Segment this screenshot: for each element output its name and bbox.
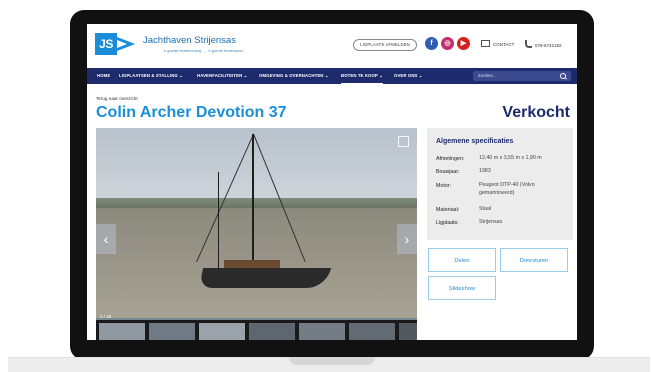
spec-value: Staal	[479, 206, 492, 212]
photo-mast	[252, 134, 254, 262]
spec-label: Ligplaats:	[436, 220, 459, 226]
main-navigation: HOME LIGPLAATSEN & STALLING ⌄ HAVENFACIL…	[87, 68, 577, 84]
website-screen: JS Jachthaven Strijensas 'n goede bestem…	[87, 24, 577, 340]
spec-label: Motor:	[436, 183, 452, 189]
nav-item-havenfaciliteiten[interactable]: HAVENFACILITEITEN ⌄	[197, 68, 247, 84]
status-label: Verkocht	[502, 104, 570, 121]
spec-value: 12,40 m x 3,55 m x 1,90 m	[479, 155, 542, 161]
brand-name: Jachthaven Strijensas	[143, 35, 236, 46]
thumbnail[interactable]	[299, 323, 345, 340]
gallery-counter: 1 / 26	[100, 314, 112, 319]
phone-icon	[525, 40, 532, 48]
mail-icon	[481, 40, 490, 47]
slideshow-button[interactable]: Slideshow	[428, 276, 496, 300]
thumbnail[interactable]	[149, 323, 195, 340]
page-background: JS Jachthaven Strijensas 'n goede bestem…	[0, 0, 651, 372]
phone-link[interactable]: 078-6742182	[525, 40, 562, 48]
logo-mark: JS	[95, 33, 117, 55]
thumbnail[interactable]	[249, 323, 295, 340]
nav-item-ligplaatsen[interactable]: LIGPLAATSEN & STALLING ⌄	[119, 68, 183, 84]
nav-item-boten-te-koop[interactable]: BOTEN TE KOOP ⌄	[341, 68, 383, 84]
laptop-notch	[289, 357, 375, 365]
photo-shoreline	[96, 198, 417, 208]
share-button[interactable]: Delen	[428, 248, 496, 272]
photo-hull	[198, 268, 332, 288]
spec-value: Peugeot DTP-40 (Volvo gemariniseerd)	[479, 182, 535, 196]
ligplaats-afmelden-button[interactable]: LIGPLAATS AFMELDEN	[353, 39, 417, 51]
photo-mast	[218, 172, 220, 268]
spec-label: Bouwjaar:	[436, 169, 460, 175]
thumbnail[interactable]	[349, 323, 395, 340]
specifications-heading: Algemene specificaties	[436, 138, 514, 145]
site-header: JS Jachthaven Strijensas 'n goede bestem…	[87, 24, 577, 68]
search-input[interactable]: Zoeken...	[478, 71, 497, 81]
gallery-prev-button[interactable]: ‹	[96, 224, 116, 254]
youtube-icon[interactable]: ▶	[457, 37, 470, 50]
facebook-icon[interactable]: f	[425, 37, 438, 50]
thumbnail[interactable]	[199, 323, 245, 340]
back-to-overview-link[interactable]: Terug naar overzicht	[96, 96, 138, 101]
brand-tagline: 'n goede bestemming .... 'n goede thuish…	[163, 48, 244, 53]
instagram-icon[interactable]: ◎	[441, 37, 454, 50]
nav-item-home[interactable]: HOME	[97, 68, 110, 84]
search-icon[interactable]	[560, 73, 566, 79]
search-box[interactable]: Zoeken...	[473, 71, 571, 81]
spec-label: Materiaal:	[436, 207, 460, 213]
nav-item-over-ons[interactable]: OVER ONS ⌄	[394, 68, 422, 84]
specifications-panel: Algemene specificaties Afmetingen: 12,40…	[427, 128, 573, 240]
spec-label: Afmetingen:	[436, 156, 465, 162]
forward-button[interactable]: Doorsturen	[500, 248, 568, 272]
contact-label: CONTACT	[493, 42, 515, 47]
spec-value: 1983	[479, 168, 491, 174]
contact-link[interactable]: CONTACT	[481, 40, 514, 47]
phone-number: 078-6742182	[535, 43, 562, 48]
logo-flag-inner	[117, 40, 127, 48]
gallery-next-button[interactable]: ›	[397, 224, 417, 254]
boat-photo-gallery[interactable]: ‹ › 1 / 26	[96, 128, 417, 340]
page-title: Colin Archer Devotion 37	[96, 104, 287, 121]
fullscreen-icon[interactable]	[398, 136, 409, 147]
thumbnail[interactable]	[399, 323, 417, 340]
nav-item-omgeving[interactable]: OMGEVING & OVERNACHTEN ⌄	[259, 68, 329, 84]
spec-value: Strijensas	[479, 219, 503, 225]
thumbnail-strip	[96, 320, 417, 340]
thumbnail[interactable]	[99, 323, 145, 340]
